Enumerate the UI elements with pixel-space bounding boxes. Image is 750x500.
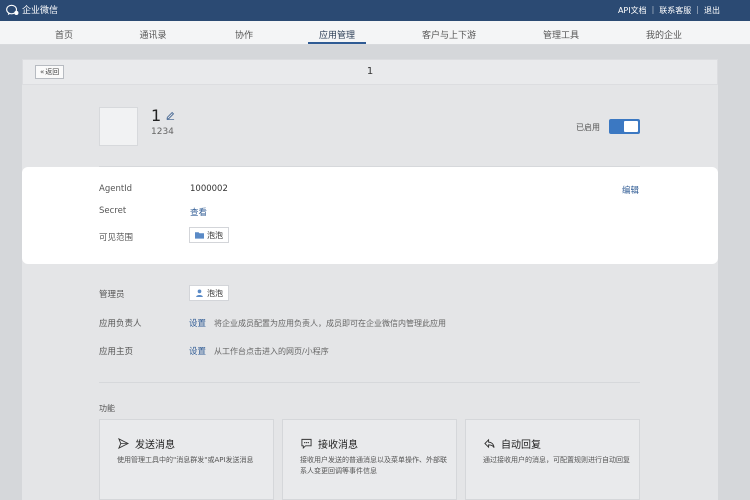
feature-card-title: 接收消息	[301, 436, 358, 451]
visible-scope-label: 可见范围	[99, 233, 134, 243]
folder-icon	[195, 232, 204, 239]
nav-active-indicator	[308, 42, 366, 44]
secret-label: Secret	[99, 206, 127, 216]
nav-my-enterprise[interactable]: 我的企业	[646, 28, 682, 41]
homepage-settings-link[interactable]: 设置	[189, 345, 206, 357]
feature-description: 接收用户发送的普通消息以及菜单操作、外部联系人变更回调等事件信息	[300, 456, 447, 475]
nav-home[interactable]: 首页	[55, 28, 73, 41]
nav-collaboration[interactable]: 协作	[235, 28, 253, 41]
agentid-label: AgentId	[99, 184, 133, 194]
feature-title-text: 接收消息	[318, 440, 358, 451]
app-info-section	[22, 167, 718, 264]
message-icon	[301, 438, 312, 449]
send-icon	[118, 438, 129, 449]
pencil-icon[interactable]	[166, 111, 175, 120]
nav-contacts[interactable]: 通讯录	[139, 28, 166, 41]
divider	[99, 382, 640, 383]
feature-title-text: 自动回复	[501, 440, 541, 451]
status-label: 已启用	[576, 123, 600, 132]
page-header: « 返回 1	[22, 59, 718, 85]
admin-label: 管理员	[99, 290, 125, 300]
top-bar: 企业微信 API文档 | 联系客服 | 退出	[0, 0, 750, 21]
visible-scope-chip[interactable]: 泡泡	[189, 227, 229, 243]
nav-customers[interactable]: 客户与上下游	[422, 28, 476, 41]
brand-name: 企业微信	[22, 6, 59, 16]
api-docs-link[interactable]: API文档	[618, 5, 647, 16]
enable-toggle[interactable]	[609, 119, 640, 134]
nav-management-tools[interactable]: 管理工具	[543, 28, 579, 41]
feature-title-text: 发送消息	[135, 440, 175, 451]
app-avatar[interactable]	[99, 107, 138, 146]
reply-icon	[484, 438, 495, 449]
admin-value: 泡泡	[207, 288, 223, 298]
wecom-logo-icon	[6, 4, 19, 15]
brand-logo[interactable]: 企业微信	[6, 3, 58, 16]
feature-description: 通过接收用户的消息，可配置规则进行自动回复	[483, 456, 630, 464]
feature-card-title: 自动回复	[484, 436, 541, 451]
main-nav: 首页 通讯录 协作 应用管理 客户与上下游 管理工具 我的企业	[0, 21, 750, 45]
top-links: API文档 | 联系客服 | 退出	[617, 5, 720, 16]
features-title: 功能	[99, 404, 115, 413]
logout-link[interactable]: 退出	[704, 5, 720, 16]
edit-link[interactable]: 编辑	[622, 184, 639, 196]
feature-card-auto-reply[interactable]: 自动回复 通过接收用户的消息，可配置规则进行自动回复	[465, 419, 640, 500]
feature-card-title: 发送消息	[118, 436, 175, 451]
owner-description: 将企业成员配置为应用负责人，成员即可在企业微信内管理此应用	[214, 319, 446, 328]
feature-description: 使用管理工具中的"消息群发"或API发送消息	[117, 456, 254, 464]
homepage-description: 从工作台点击进入的网页/小程序	[214, 347, 329, 356]
nav-app-management[interactable]: 应用管理	[319, 28, 355, 41]
view-secret-link[interactable]: 查看	[190, 206, 207, 218]
page-title: 1	[366, 66, 374, 77]
admin-chip[interactable]: 泡泡	[189, 285, 229, 301]
app-id: 1234	[151, 127, 174, 137]
user-icon	[196, 289, 203, 297]
toggle-knob	[624, 121, 638, 132]
feature-card-receive[interactable]: 接收消息 接收用户发送的普通消息以及菜单操作、外部联系人变更回调等事件信息	[282, 419, 457, 500]
feature-card-send[interactable]: 发送消息 使用管理工具中的"消息群发"或API发送消息	[99, 419, 274, 500]
visible-scope-value: 泡泡	[207, 230, 223, 240]
contact-support-link[interactable]: 联系客服	[659, 5, 691, 16]
agentid-value: 1000002	[190, 184, 228, 194]
app-name: 1	[151, 106, 162, 125]
owner-settings-link[interactable]: 设置	[189, 317, 206, 329]
homepage-label: 应用主页	[99, 347, 134, 357]
app-name-row: 1	[151, 106, 175, 125]
owner-label: 应用负责人	[99, 319, 142, 329]
